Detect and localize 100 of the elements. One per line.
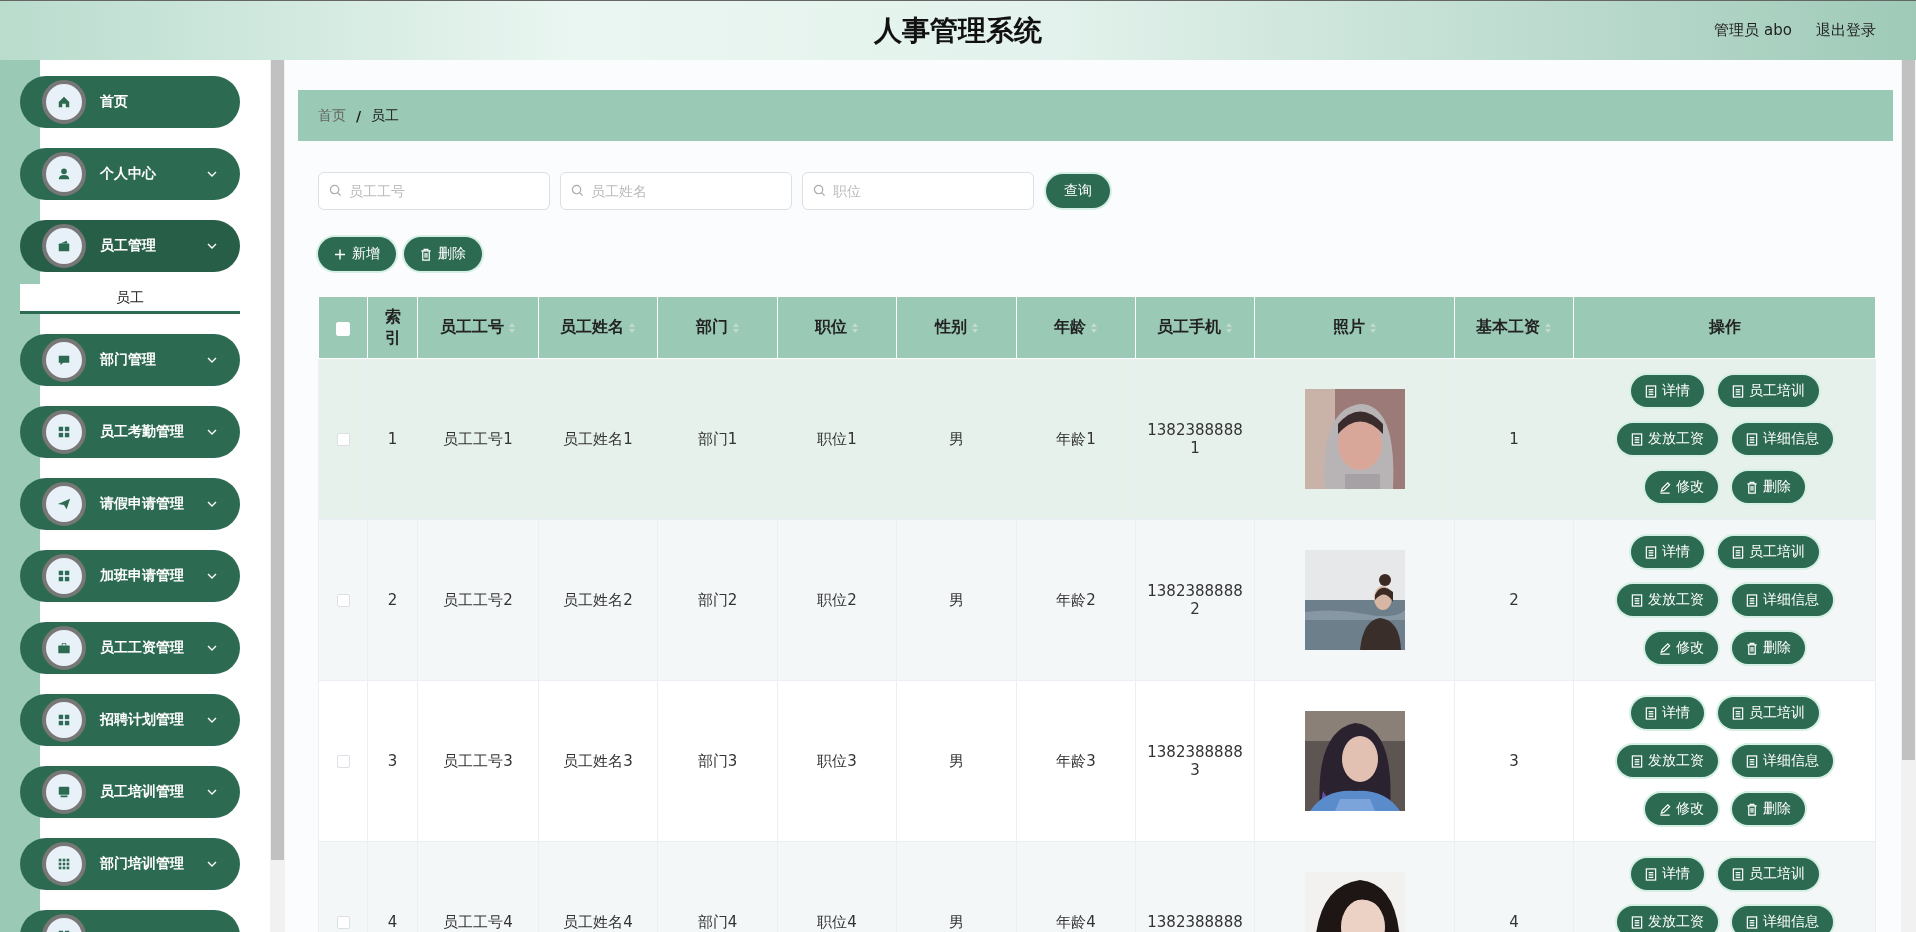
pencil-icon: [1658, 641, 1671, 655]
grid-icon: [57, 713, 71, 727]
action-button[interactable]: 详情: [1630, 858, 1704, 890]
row-checkbox[interactable]: [336, 433, 350, 446]
table-cell: 13823888883: [1135, 680, 1255, 842]
action-button[interactable]: 修改: [1644, 632, 1718, 664]
action-button[interactable]: 删除: [1731, 471, 1805, 503]
column-header[interactable]: 照片: [1254, 296, 1455, 359]
monitor-icon: [57, 785, 71, 799]
table-row[interactable]: 4 员工工号4 员工姓名4 部门4 职位4 男 年龄4 1382388888 4 详情 员工培训 发放工资 详细信息: [318, 841, 1876, 932]
document-icon: [1630, 593, 1643, 607]
table-cell: 年龄3: [1016, 680, 1136, 842]
breadcrumb-item: 员工: [371, 106, 400, 125]
table-cell: 部门3: [657, 680, 778, 842]
search-field[interactable]: 员工姓名: [560, 172, 792, 210]
table-row[interactable]: 3 员工工号3 员工姓名3 部门3 职位3 男 年龄3 13823888883 3 详情 员工培训 发放工资 详细信息 修改 删除: [318, 680, 1876, 842]
action-button[interactable]: 发放工资: [1616, 423, 1718, 455]
add-button[interactable]: 新增: [318, 237, 396, 271]
document-icon: [1731, 384, 1744, 398]
grid-icon: [57, 425, 71, 439]
table-row[interactable]: 2 员工工号2 员工姓名2 部门2 职位2 男 年龄2 13823888882 2 详情 员工培训 发放工资 详细信息 修改 删除: [318, 519, 1876, 681]
menu-item[interactable]: 首页: [20, 76, 240, 128]
menu-item[interactable]: 员工培训管理: [20, 766, 240, 818]
menu-item[interactable]: 请假申请管理: [20, 478, 240, 530]
action-button[interactable]: 员工培训: [1717, 375, 1819, 407]
trash-icon: [1745, 480, 1758, 494]
action-button[interactable]: 详情: [1630, 536, 1704, 568]
document-icon: [1745, 432, 1758, 446]
document-icon: [1731, 706, 1744, 720]
action-button[interactable]: 详细信息: [1731, 423, 1833, 455]
table-cell: 1: [1454, 358, 1574, 520]
table-cell: 职位1: [777, 358, 897, 520]
breadcrumb-separator: /: [356, 107, 362, 124]
action-button[interactable]: 删除: [1731, 632, 1805, 664]
action-button[interactable]: 发放工资: [1616, 584, 1718, 616]
column-header[interactable]: 年龄: [1016, 296, 1136, 359]
search-button[interactable]: 查询: [1046, 174, 1110, 208]
search-field[interactable]: 职位: [802, 172, 1034, 210]
table-cell: 年龄2: [1016, 519, 1136, 681]
document-icon: [1731, 867, 1744, 881]
document-icon: [1630, 915, 1643, 929]
menu-item[interactable]: 部门培训管理: [20, 838, 240, 890]
document-icon: [1745, 754, 1758, 768]
menu-item[interactable]: 员工工资管理: [20, 622, 240, 674]
pencil-icon: [1658, 480, 1671, 494]
home-icon: [57, 95, 71, 109]
column-header[interactable]: 部门: [657, 296, 778, 359]
grid-icon: [57, 569, 71, 583]
column-header[interactable]: 员工姓名: [538, 296, 658, 359]
row-checkbox[interactable]: [336, 755, 350, 768]
action-button[interactable]: 详细信息: [1731, 584, 1833, 616]
table-cell: 男: [896, 358, 1017, 520]
menu-item[interactable]: 招聘计划管理: [20, 694, 240, 746]
scrollbar-thumb[interactable]: [1902, 60, 1915, 760]
table-row[interactable]: 1 员工工号1 员工姓名1 部门1 职位1 男 年龄1 13823888881 1 详情 员工培训 发放工资 详细信息 修改 删除: [318, 358, 1876, 520]
grid-icon: [57, 857, 71, 871]
pencil-icon: [1658, 802, 1671, 816]
menu-item[interactable]: 个人中心: [20, 148, 240, 200]
column-header[interactable]: 员工工号: [417, 296, 539, 359]
action-button[interactable]: 详情: [1630, 697, 1704, 729]
menu-item[interactable]: 员工考勤管理: [20, 406, 240, 458]
table-cell: 3: [1454, 680, 1574, 842]
action-button[interactable]: 详情: [1630, 375, 1704, 407]
submenu-item[interactable]: 员工: [20, 284, 240, 314]
document-icon: [1630, 432, 1643, 446]
delete-button[interactable]: 删除: [404, 237, 482, 271]
action-button[interactable]: 发放工资: [1616, 906, 1718, 932]
column-header[interactable]: 基本工资: [1454, 296, 1574, 359]
action-button[interactable]: 员工培训: [1717, 858, 1819, 890]
document-icon: [1745, 915, 1758, 929]
action-button[interactable]: 员工培训: [1717, 697, 1819, 729]
table-cell: 3: [367, 680, 418, 842]
table-cell: 员工姓名1: [538, 358, 658, 520]
menu-item[interactable]: 员工管理: [20, 220, 240, 272]
logout-link[interactable]: 退出登录: [1816, 21, 1876, 40]
column-header[interactable]: 性别: [896, 296, 1017, 359]
column-header[interactable]: 员工手机: [1135, 296, 1255, 359]
trash-icon: [1745, 802, 1758, 816]
breadcrumb-item[interactable]: 首页: [318, 106, 346, 125]
table-cell: 员工姓名2: [538, 519, 658, 681]
action-button[interactable]: 详细信息: [1731, 906, 1833, 932]
select-all-checkbox[interactable]: [336, 321, 350, 336]
menu-item[interactable]: 加班申请管理: [20, 550, 240, 602]
search-field[interactable]: 员工工号: [318, 172, 550, 210]
row-checkbox[interactable]: [336, 594, 350, 607]
scrollbar-thumb[interactable]: [271, 60, 284, 860]
action-button[interactable]: 员工培训: [1717, 536, 1819, 568]
app-title: 人事管理系统: [874, 12, 1042, 49]
menu-item[interactable]: 部门管理: [20, 334, 240, 386]
document-icon: [1644, 384, 1657, 398]
document-icon: [1630, 754, 1643, 768]
table-cell: 员工工号3: [417, 680, 539, 842]
action-button[interactable]: 详细信息: [1731, 745, 1833, 777]
user-icon: [57, 167, 71, 181]
row-checkbox[interactable]: [336, 916, 350, 929]
column-header[interactable]: 职位: [777, 296, 897, 359]
action-button[interactable]: 修改: [1644, 471, 1718, 503]
action-button[interactable]: 修改: [1644, 793, 1718, 825]
action-button[interactable]: 删除: [1731, 793, 1805, 825]
action-button[interactable]: 发放工资: [1616, 745, 1718, 777]
